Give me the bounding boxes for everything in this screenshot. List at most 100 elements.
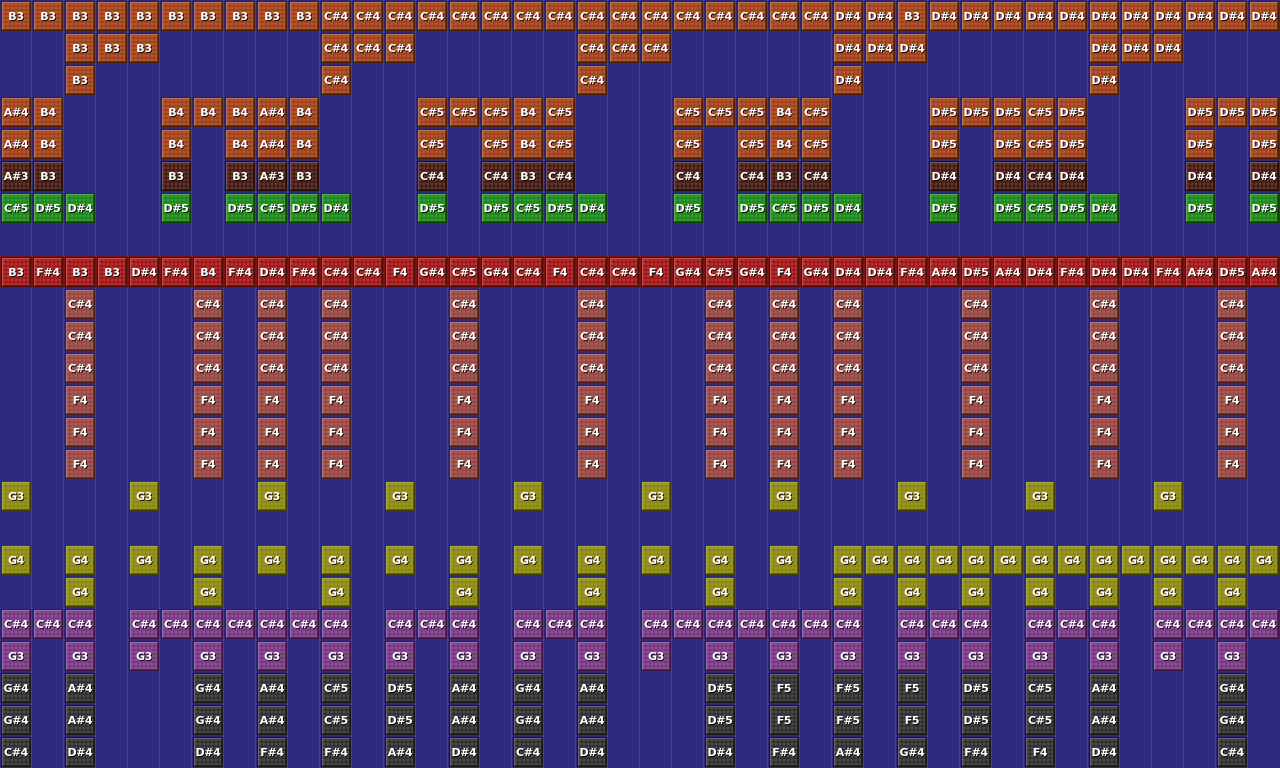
note-block[interactable]: B4 xyxy=(225,97,255,127)
note-block[interactable]: C#5 xyxy=(449,257,479,287)
note-block[interactable]: G4 xyxy=(1089,545,1119,575)
note-block[interactable]: C#4 xyxy=(289,609,319,639)
note-block[interactable]: C#4 xyxy=(321,609,351,639)
note-block[interactable]: F4 xyxy=(65,449,95,479)
note-block[interactable]: C#5 xyxy=(1025,673,1055,703)
note-block[interactable]: D#4 xyxy=(1121,1,1151,31)
note-block[interactable]: C#4 xyxy=(481,1,511,31)
note-block[interactable]: C#4 xyxy=(513,737,543,767)
note-block[interactable]: F5 xyxy=(769,673,799,703)
note-block[interactable]: C#4 xyxy=(609,257,639,287)
note-block[interactable]: C#4 xyxy=(417,609,447,639)
note-block[interactable]: G3 xyxy=(513,641,543,671)
note-block[interactable]: C#4 xyxy=(545,1,575,31)
note-block[interactable]: F4 xyxy=(257,449,287,479)
note-block[interactable]: B3 xyxy=(65,33,95,63)
note-block[interactable]: G4 xyxy=(1249,545,1279,575)
note-block[interactable]: C#4 xyxy=(833,353,863,383)
note-block[interactable]: D#4 xyxy=(1153,1,1183,31)
note-block[interactable]: C#4 xyxy=(321,65,351,95)
note-block[interactable]: C#5 xyxy=(801,129,831,159)
note-block[interactable]: F4 xyxy=(961,385,991,415)
note-block[interactable]: B4 xyxy=(289,129,319,159)
note-block[interactable]: G3 xyxy=(513,481,543,511)
note-block[interactable]: C#4 xyxy=(65,289,95,319)
note-block[interactable]: G#4 xyxy=(1,673,31,703)
note-block[interactable]: C#4 xyxy=(833,289,863,319)
note-block[interactable]: D#4 xyxy=(833,257,863,287)
note-block[interactable]: A#4 xyxy=(257,129,287,159)
note-block[interactable]: D#4 xyxy=(833,33,863,63)
note-block[interactable]: G3 xyxy=(1025,641,1055,671)
note-block[interactable]: G4 xyxy=(577,545,607,575)
note-block[interactable]: B3 xyxy=(225,161,255,191)
note-block[interactable]: D#5 xyxy=(161,193,191,223)
note-block[interactable]: C#4 xyxy=(737,161,767,191)
note-block[interactable]: G3 xyxy=(1025,481,1055,511)
note-block[interactable]: G3 xyxy=(833,641,863,671)
note-block[interactable]: C#4 xyxy=(897,609,927,639)
note-block[interactable]: B3 xyxy=(65,65,95,95)
note-block[interactable]: D#4 xyxy=(705,737,735,767)
note-block[interactable]: D#4 xyxy=(449,737,479,767)
note-block[interactable]: D#4 xyxy=(993,161,1023,191)
note-block[interactable]: F4 xyxy=(769,417,799,447)
note-block[interactable]: B4 xyxy=(513,129,543,159)
note-block[interactable]: C#4 xyxy=(769,1,799,31)
note-block[interactable]: G3 xyxy=(129,481,159,511)
note-block[interactable]: C#4 xyxy=(449,289,479,319)
note-block[interactable]: G4 xyxy=(897,577,927,607)
note-block[interactable]: C#5 xyxy=(1025,97,1055,127)
note-block[interactable]: C#4 xyxy=(801,1,831,31)
note-block[interactable]: C#4 xyxy=(1025,609,1055,639)
note-block[interactable]: C#4 xyxy=(1089,321,1119,351)
note-block[interactable]: B3 xyxy=(129,33,159,63)
note-block[interactable]: C#4 xyxy=(705,321,735,351)
note-block[interactable]: C#5 xyxy=(1025,193,1055,223)
note-block[interactable]: D#4 xyxy=(833,1,863,31)
note-block[interactable]: D#4 xyxy=(929,161,959,191)
note-block[interactable]: G4 xyxy=(449,545,479,575)
note-block[interactable]: F#5 xyxy=(833,705,863,735)
note-block[interactable]: G3 xyxy=(1,481,31,511)
note-block[interactable]: C#4 xyxy=(385,33,415,63)
note-block[interactable]: C#5 xyxy=(769,193,799,223)
note-block[interactable]: G#4 xyxy=(1217,673,1247,703)
note-block[interactable]: G3 xyxy=(129,641,159,671)
note-block[interactable]: D#5 xyxy=(481,193,511,223)
note-block[interactable]: C#4 xyxy=(801,609,831,639)
note-block[interactable]: B4 xyxy=(769,97,799,127)
note-block[interactable]: C#4 xyxy=(385,1,415,31)
note-block[interactable]: F4 xyxy=(193,417,223,447)
note-block[interactable]: F4 xyxy=(1217,417,1247,447)
note-block[interactable]: F#4 xyxy=(897,257,927,287)
note-block[interactable]: F4 xyxy=(1089,417,1119,447)
note-block[interactable]: C#4 xyxy=(481,161,511,191)
note-block[interactable]: C#4 xyxy=(321,33,351,63)
note-block[interactable]: C#4 xyxy=(1217,609,1247,639)
note-block[interactable]: D#5 xyxy=(385,705,415,735)
note-block[interactable]: A#4 xyxy=(449,705,479,735)
note-block[interactable]: B3 xyxy=(65,1,95,31)
note-block[interactable]: C#4 xyxy=(577,289,607,319)
note-block[interactable]: C#4 xyxy=(1153,609,1183,639)
note-block[interactable]: D#5 xyxy=(1057,193,1087,223)
note-block[interactable]: D#5 xyxy=(33,193,63,223)
note-block[interactable]: A#4 xyxy=(1249,257,1279,287)
note-block[interactable]: D#4 xyxy=(1089,33,1119,63)
note-block[interactable]: B3 xyxy=(33,1,63,31)
note-block[interactable]: G4 xyxy=(897,545,927,575)
note-block[interactable]: D#5 xyxy=(1249,193,1279,223)
note-block[interactable]: D#4 xyxy=(1249,161,1279,191)
note-block[interactable]: F#4 xyxy=(257,737,287,767)
note-block[interactable]: C#4 xyxy=(705,289,735,319)
note-block[interactable]: F4 xyxy=(449,417,479,447)
note-block[interactable]: C#4 xyxy=(321,257,351,287)
note-block[interactable]: G#4 xyxy=(1217,705,1247,735)
note-block[interactable]: F4 xyxy=(705,385,735,415)
note-block[interactable]: C#5 xyxy=(513,193,543,223)
note-block[interactable]: C#4 xyxy=(321,321,351,351)
note-block[interactable]: C#4 xyxy=(737,609,767,639)
note-block[interactable]: D#5 xyxy=(545,193,575,223)
note-block[interactable]: G4 xyxy=(1217,577,1247,607)
